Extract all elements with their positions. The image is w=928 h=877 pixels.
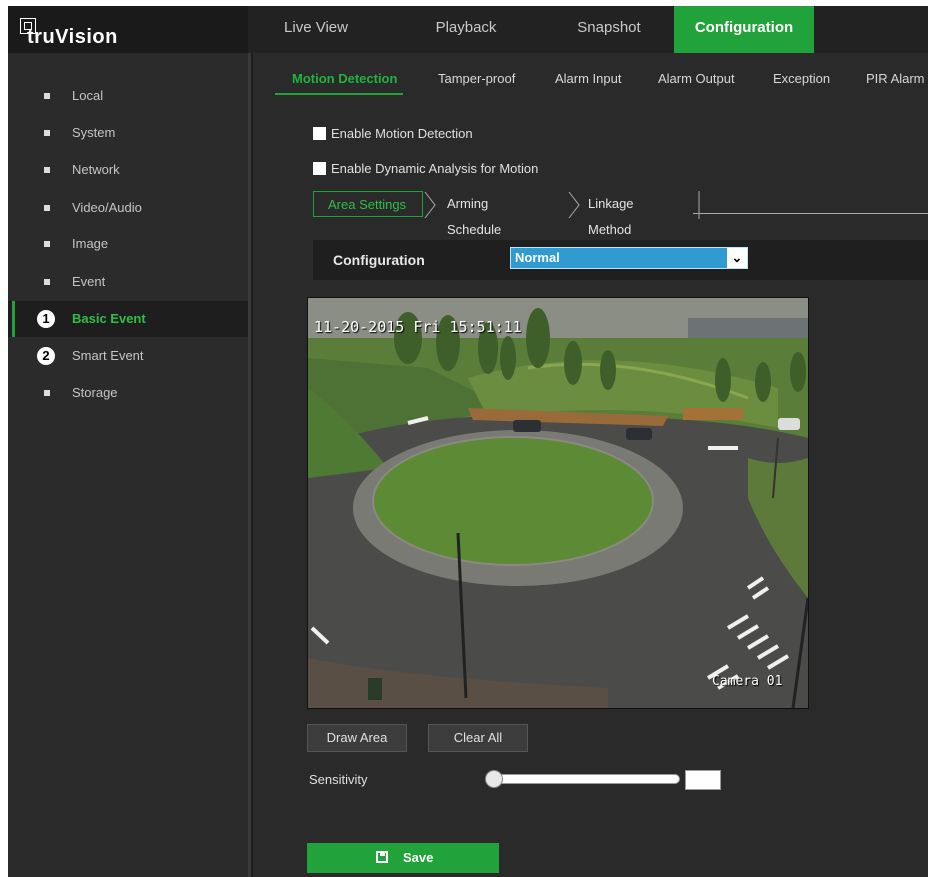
step-area-settings[interactable]: Area Settings	[313, 191, 423, 217]
sidebar-item-local[interactable]: Local	[8, 78, 248, 114]
sensitivity-slider-handle[interactable]	[485, 770, 503, 788]
sidebar-item-video-audio[interactable]: Video/Audio	[8, 190, 248, 226]
sidebar-item-label: System	[72, 125, 116, 140]
chevron-down-icon[interactable]: ⌄	[727, 248, 747, 268]
sidebar-item-label: Image	[72, 236, 109, 251]
step-linkage-method[interactable]: Linkage Method	[588, 191, 634, 237]
bullet-icon	[44, 279, 50, 285]
sidebar-item-basic-event[interactable]: 1 Basic Event	[8, 301, 248, 337]
sidebar-divider	[248, 53, 251, 877]
configuration-selected-value: Normal	[515, 250, 560, 265]
app-window: truVision Live View Playback Snapshot Co…	[8, 6, 928, 877]
sidebar-item-label: Basic Event	[72, 311, 146, 326]
sensitivity-value-field[interactable]	[685, 770, 721, 790]
configuration-label: Configuration	[333, 252, 425, 268]
step-tabs-baseline	[693, 213, 928, 214]
bullet-icon	[44, 241, 50, 247]
checkbox-label: Enable Dynamic Analysis for Motion	[331, 161, 539, 176]
draw-area-button[interactable]: Draw Area	[307, 724, 407, 752]
sidebar-item-label: Event	[72, 274, 106, 289]
sidebar-item-label: Smart Event	[72, 348, 144, 363]
save-button[interactable]: Save	[307, 843, 499, 873]
sidebar-item-image[interactable]: Image	[8, 226, 248, 262]
clear-all-button[interactable]: Clear All	[428, 724, 528, 752]
tab-configuration[interactable]: Configuration	[674, 6, 814, 53]
sidebar-item-event[interactable]: Event	[8, 264, 248, 300]
sidebar-item-system[interactable]: System	[8, 115, 248, 151]
active-indicator	[12, 301, 15, 337]
sidebar-item-network[interactable]: Network	[8, 152, 248, 188]
subtab-exception[interactable]: Exception	[773, 71, 830, 86]
logo-text: truVision	[27, 26, 118, 48]
save-label: Save	[403, 850, 434, 865]
subtab-motion-detection[interactable]: Motion Detection	[292, 71, 397, 86]
bullet-icon	[44, 167, 50, 173]
main-panel: Motion Detection Tamper-proof Alarm Inpu…	[253, 53, 928, 877]
sidebar: Local System Network Video/Audio Image E…	[8, 53, 248, 877]
configuration-row: Configuration Normal ⌄	[313, 240, 928, 280]
save-icon	[376, 851, 388, 863]
checkbox-label: Enable Motion Detection	[331, 126, 473, 141]
subtab-alarm-input[interactable]: Alarm Input	[555, 71, 621, 86]
sidebar-item-storage[interactable]: Storage	[8, 375, 248, 411]
sidebar-item-label: Video/Audio	[72, 200, 142, 215]
bullet-icon	[44, 390, 50, 396]
subtab-tamper-proof[interactable]: Tamper-proof	[438, 71, 515, 86]
checkbox-box[interactable]	[313, 162, 326, 175]
step-separator-icon	[424, 191, 436, 219]
configuration-select[interactable]: Normal ⌄	[510, 247, 748, 269]
bullet-icon	[44, 93, 50, 99]
video-timestamp: 11-20-2015 Fri 15:51:11	[314, 318, 522, 336]
sidebar-item-label: Network	[72, 162, 120, 177]
sidebar-item-label: Storage	[72, 385, 118, 400]
logo: truVision	[8, 6, 248, 53]
sidebar-item-label: Local	[72, 88, 104, 103]
callout-marker: 2	[37, 347, 55, 365]
bullet-icon	[44, 130, 50, 136]
callout-marker: 1	[37, 310, 55, 328]
video-camera-name: Camera 01	[712, 674, 783, 689]
subtab-active-underline	[275, 93, 403, 95]
tab-playback[interactable]: Playback	[426, 6, 506, 53]
camera-video-view[interactable]: 11-20-2015 Fri 15:51:11 Camera 01	[307, 297, 809, 709]
sensitivity-slider-track[interactable]	[490, 774, 680, 784]
step-arming-schedule[interactable]: Arming Schedule	[447, 191, 501, 237]
bullet-icon	[44, 205, 50, 211]
subtab-alarm-output[interactable]: Alarm Output	[658, 71, 735, 86]
top-bar: truVision Live View Playback Snapshot Co…	[8, 6, 928, 53]
sensitivity-label: Sensitivity	[309, 772, 368, 787]
tab-live-view[interactable]: Live View	[276, 6, 356, 53]
camera-scene	[308, 298, 808, 708]
tab-snapshot[interactable]: Snapshot	[569, 6, 649, 53]
step-end-border	[698, 191, 700, 219]
step-separator-icon	[568, 191, 580, 219]
sidebar-item-smart-event[interactable]: 2 Smart Event	[8, 338, 248, 374]
checkbox-box[interactable]	[313, 127, 326, 140]
subtab-pir-alarm[interactable]: PIR Alarm	[866, 71, 925, 86]
